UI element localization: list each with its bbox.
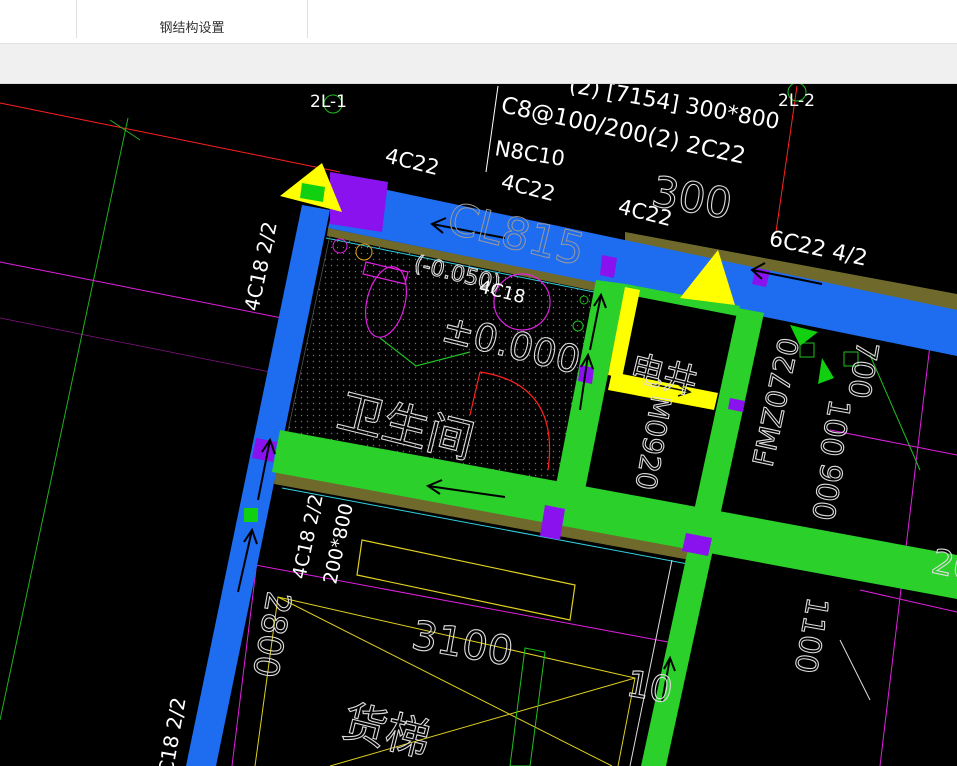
door-label: M0920	[629, 393, 678, 493]
green-grid-line	[0, 117, 129, 721]
green-marker-triangle	[818, 358, 834, 384]
cad-drawing[interactable]: 2L-1 2L-2 (2) [7154] 300*800 C8@100/200(…	[0, 84, 957, 766]
dimension-outline-text: 100	[812, 397, 856, 459]
dimension-outline-text: 3100	[408, 613, 516, 676]
ribbon-group-label-steel-settings: 钢结构设置	[159, 21, 225, 36]
ribbon-toolbar: 钢结构设置	[0, 0, 957, 44]
green-marker-square[interactable]	[244, 508, 258, 522]
beam-middle-green[interactable]	[272, 430, 957, 599]
drawing-tabs-bar	[0, 44, 957, 84]
red-axis-line	[0, 102, 341, 173]
joint-purple[interactable]	[600, 255, 617, 278]
side-bar-label: N8C10	[493, 136, 566, 171]
cad-drawing-canvas[interactable]: 2L-1 2L-2 (2) [7154] 300*800 C8@100/200(…	[0, 84, 957, 766]
beam-size-label: 200*800	[319, 501, 358, 586]
door-label: FMZ0720	[747, 335, 806, 470]
elevator-rail	[509, 647, 546, 766]
room-name-elevator: 货梯	[337, 696, 435, 766]
white-dim-line	[839, 639, 871, 701]
magenta-line	[0, 317, 271, 373]
dimension-outline-text: 900	[804, 461, 848, 523]
ribbon-divider	[307, 0, 308, 38]
axis-label: 2L-2	[778, 91, 815, 111]
beam-vertical-green-shaft[interactable]	[692, 308, 764, 525]
rebar-label: 4C18 2/2	[239, 219, 281, 313]
counter-outline	[356, 539, 576, 621]
beam-vertical-green-lower[interactable]	[641, 540, 714, 766]
dimension-outline-text: 1100	[787, 595, 835, 676]
axis-label: 2L-1	[310, 92, 347, 112]
rebar-label: 4C22	[499, 170, 558, 207]
dimension-outline-text: 700	[840, 339, 884, 401]
rebar-label: 4C18 2/2	[151, 695, 190, 766]
dimension-outline-text: 10	[623, 663, 675, 711]
joint-corner-purple[interactable]	[330, 172, 388, 232]
rebar-label: 4C22	[383, 144, 442, 181]
